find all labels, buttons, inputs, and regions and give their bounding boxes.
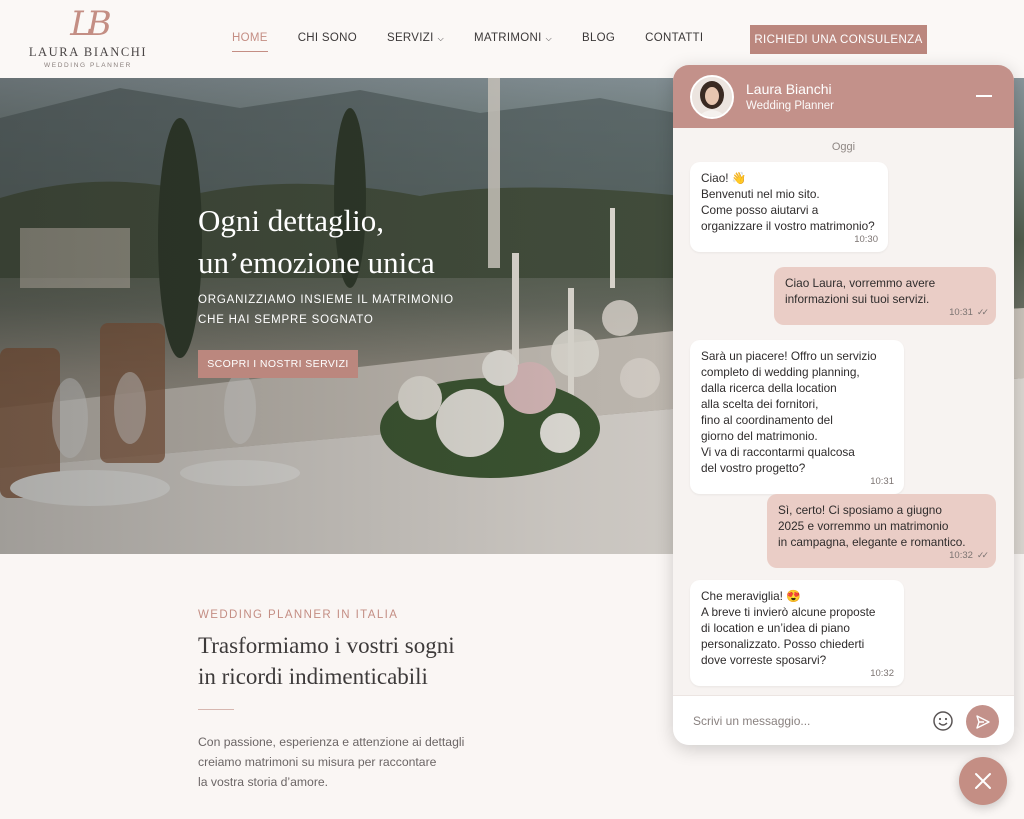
message-time: 10:31 ✓✓ — [949, 304, 989, 321]
intro-body-line: creiamo matrimoni su misura per racconta… — [198, 755, 437, 769]
message-outgoing: Ciao Laura, vorremmo avere informazioni … — [774, 267, 996, 325]
minimize-icon[interactable] — [976, 95, 992, 97]
intro-title-line: in ricordi indimenticabili — [198, 664, 428, 689]
close-chat-button[interactable] — [959, 757, 1007, 805]
nav-label: SERVIZI — [386, 32, 434, 44]
message-time-value: 10:32 — [949, 550, 973, 561]
avatar — [690, 74, 734, 119]
nav-label: MATRIMONI — [473, 32, 542, 44]
message-incoming: Che meraviglia! 😍 A breve ti invierò alc… — [690, 580, 904, 686]
discover-services-button[interactable]: SCOPRI I NOSTRI SERVIZI — [198, 350, 358, 378]
logo-monogram: LB — [70, 4, 112, 44]
message-text: Che meraviglia! 😍 A breve ti invierò alc… — [701, 589, 876, 667]
chat-composer — [673, 695, 1014, 745]
message-time: 10:30 — [854, 234, 878, 245]
nav-item-matrimoni[interactable]: MATRIMONI ⌵ — [474, 32, 552, 44]
read-ticks-icon: ✓✓ — [976, 550, 989, 560]
message-time-value: 10:31 — [949, 307, 973, 318]
chevron-down-icon: ⌵ — [437, 34, 444, 43]
nav-label: HOME — [232, 32, 268, 44]
close-icon — [975, 773, 991, 789]
intro-kicker: WEDDING PLANNER IN ITALIA — [198, 609, 399, 621]
logo-name: LAURA BIANCHI — [28, 45, 148, 59]
message-time: 10:31 — [870, 476, 894, 487]
hero-title-line: Ogni dettaglio, — [198, 203, 384, 238]
hero-subtitle-line: ORGANIZZIAMO INSIEME IL MATRIMONIO — [198, 294, 454, 306]
message-incoming: Sarà un piacere! Offro un servizio compl… — [690, 340, 904, 494]
nav-item-home[interactable]: HOME — [232, 32, 268, 52]
nav-item-contatti[interactable]: CONTATTI — [645, 32, 703, 44]
divider — [198, 709, 234, 710]
consultation-button[interactable]: RICHIEDI UNA CONSULENZA — [750, 25, 927, 54]
nav-label: CONTATTI — [645, 32, 704, 44]
hero-subtitle-line: CHE HAI SEMPRE SOGNATO — [198, 314, 374, 326]
chat-contact: Laura Bianchi Wedding Planner — [746, 80, 834, 114]
nav-label: CHI SONO — [297, 32, 357, 44]
nav-item-chi-sono[interactable]: CHI SONO — [298, 32, 357, 44]
message-text: Sì, certo! Ci sposiamo a giugno 2025 e v… — [778, 503, 966, 549]
message-outgoing: Sì, certo! Ci sposiamo a giugno 2025 e v… — [767, 494, 996, 568]
nav-item-servizi[interactable]: SERVIZI ⌵ — [387, 32, 444, 44]
send-button[interactable] — [966, 705, 999, 738]
hero-title-line: un’emozione unica — [198, 245, 435, 280]
logo[interactable]: LB LAURA BIANCHI WEDDING PLANNER — [28, 4, 148, 72]
message-input[interactable] — [681, 706, 921, 736]
logo-tagline: WEDDING PLANNER — [44, 62, 132, 69]
message-time: 10:32 — [870, 668, 894, 679]
emoji-icon[interactable] — [932, 710, 954, 732]
intro-title: Trasformiamo i vostri sogni in ricordi i… — [198, 630, 528, 692]
read-ticks-icon: ✓✓ — [976, 307, 989, 317]
message-text: Ciao! 👋 Benvenuti nel mio sito. Come pos… — [701, 171, 875, 233]
message-text: Sarà un piacere! Offro un servizio compl… — [701, 349, 877, 475]
send-icon — [975, 714, 990, 729]
message-incoming: Ciao! 👋 Benvenuti nel mio sito. Come pos… — [690, 162, 888, 252]
nav-label: BLOG — [582, 32, 616, 44]
intro-body: Con passione, esperienza e attenzione ai… — [198, 732, 498, 792]
main-nav: HOME CHI SONO SERVIZI ⌵ MATRIMONI ⌵ BLOG C… — [232, 32, 733, 52]
chevron-down-icon: ⌵ — [545, 34, 552, 43]
intro-body-line: la vostra storia d’amore. — [198, 775, 329, 789]
hero-title: Ogni dettaglio, un’emozione unica — [198, 200, 435, 284]
day-separator: Oggi — [831, 141, 856, 153]
intro-body-line: Con passione, esperienza e attenzione ai… — [198, 735, 465, 749]
chat-widget: Laura Bianchi Wedding Planner Oggi Ciao!… — [673, 65, 1014, 745]
hero-subtitle: ORGANIZZIAMO INSIEME IL MATRIMONIO CHE H… — [198, 290, 454, 330]
chat-contact-name: Laura Bianchi — [746, 80, 832, 97]
nav-item-blog[interactable]: BLOG — [582, 32, 615, 44]
message-text: Ciao Laura, vorremmo avere informazioni … — [785, 276, 936, 306]
message-time: 10:32 ✓✓ — [949, 547, 989, 564]
chat-contact-role: Wedding Planner — [746, 99, 835, 112]
chat-messages: Oggi Ciao! 👋 Benvenuti nel mio sito. Com… — [673, 128, 1014, 695]
intro-title-line: Trasformiamo i vostri sogni — [198, 633, 455, 658]
chat-header: Laura Bianchi Wedding Planner — [673, 65, 1014, 128]
